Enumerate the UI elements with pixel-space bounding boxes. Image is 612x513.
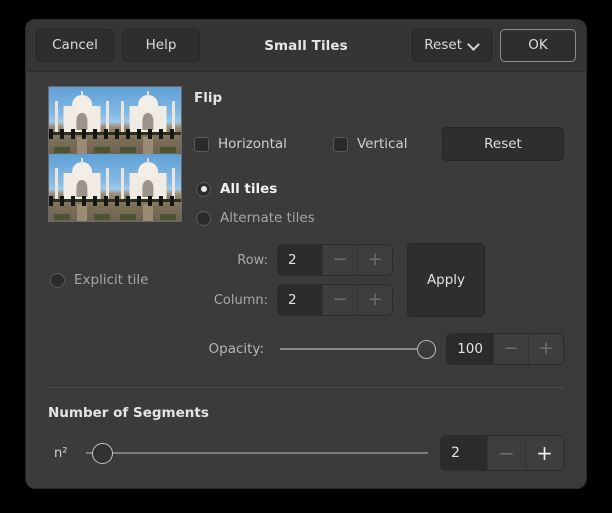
segments-section: Number of Segments n² 2 − + <box>48 387 564 471</box>
row-increment-button[interactable]: + <box>357 245 392 275</box>
row-decrement-button[interactable]: − <box>322 245 357 275</box>
column-increment-button[interactable]: + <box>357 285 392 315</box>
preview-tile <box>115 87 181 154</box>
all-tiles-label: All tiles <box>220 181 277 197</box>
radio-all-tiles[interactable]: All tiles <box>196 181 564 197</box>
flip-panel: Flip Horizontal Vertical Reset All <box>182 86 564 226</box>
horizontal-label: Horizontal <box>218 136 287 152</box>
vertical-checkbox-item[interactable]: Vertical <box>333 136 408 152</box>
chevron-down-icon <box>469 39 480 50</box>
row-spinbutton[interactable]: 2 − + <box>277 244 393 276</box>
radio-explicit-tile[interactable]: Explicit tile <box>50 272 206 288</box>
reset-dropdown-label: Reset <box>424 30 462 61</box>
segments-increment-button[interactable]: + <box>525 436 563 470</box>
column-label: Column: <box>206 293 268 308</box>
preview-and-flip-row: Flip Horizontal Vertical Reset All <box>48 86 564 226</box>
ok-button[interactable]: OK <box>500 29 576 62</box>
row-label: Row: <box>206 253 268 268</box>
apply-button[interactable]: Apply <box>407 243 485 317</box>
preview-thumbnail[interactable] <box>48 86 182 222</box>
column-decrement-button[interactable]: − <box>322 285 357 315</box>
alternate-tiles-label: Alternate tiles <box>220 210 315 226</box>
radio-unselected-icon[interactable] <box>196 211 211 226</box>
radio-alternate-tiles[interactable]: Alternate tiles <box>196 210 564 226</box>
segments-slider-handle[interactable] <box>92 443 113 464</box>
opacity-spinbutton[interactable]: 100 − + <box>446 333 564 365</box>
n-squared-label: n² <box>48 446 74 461</box>
header-left-buttons: Cancel Help <box>36 29 200 62</box>
segments-slider[interactable] <box>86 442 428 464</box>
radio-unselected-icon[interactable] <box>50 273 65 288</box>
opacity-row: Opacity: 100 − + <box>48 333 564 365</box>
vertical-label: Vertical <box>357 136 408 152</box>
explicit-tile-label: Explicit tile <box>74 272 148 288</box>
help-button[interactable]: Help <box>122 29 200 62</box>
small-tiles-dialog: Cancel Help Small Tiles Reset OK <box>26 20 586 488</box>
reset-dropdown-button[interactable]: Reset <box>412 29 492 62</box>
header-right-buttons: Reset OK <box>412 20 576 71</box>
flip-reset-button[interactable]: Reset <box>442 127 564 161</box>
opacity-label: Opacity: <box>48 341 270 357</box>
segments-slider-track <box>86 452 428 454</box>
explicit-radio-wrap: Explicit tile <box>50 272 206 288</box>
checkbox-icon[interactable] <box>194 137 209 152</box>
row-spin-row: Row: 2 − + <box>206 244 393 276</box>
segments-value[interactable]: 2 <box>441 436 487 470</box>
dialog-header-bar: Cancel Help Small Tiles Reset OK <box>26 20 586 72</box>
segments-section-label: Number of Segments <box>48 405 564 421</box>
column-spin-row: Column: 2 − + <box>206 284 393 316</box>
radio-selected-icon[interactable] <box>196 182 211 197</box>
segments-decrement-button[interactable]: − <box>487 436 525 470</box>
flip-section-label: Flip <box>194 90 564 106</box>
opacity-slider-track <box>280 348 436 350</box>
segments-row: n² 2 − + <box>48 435 564 471</box>
opacity-increment-button[interactable]: + <box>528 334 563 364</box>
flip-checkbox-row: Horizontal Vertical Reset <box>194 127 564 161</box>
checkbox-icon[interactable] <box>333 137 348 152</box>
row-value[interactable]: 2 <box>278 245 322 275</box>
column-spinbutton[interactable]: 2 − + <box>277 284 393 316</box>
preview-tile <box>115 154 181 221</box>
preview-tile <box>49 87 115 154</box>
opacity-slider[interactable] <box>280 339 436 359</box>
cancel-button[interactable]: Cancel <box>36 29 114 62</box>
opacity-decrement-button[interactable]: − <box>493 334 528 364</box>
dialog-body: Flip Horizontal Vertical Reset All <box>26 72 586 488</box>
segments-spinbutton[interactable]: 2 − + <box>440 435 564 471</box>
explicit-tile-block: Explicit tile Row: 2 − + Column: 2 − <box>50 243 564 317</box>
horizontal-checkbox-item[interactable]: Horizontal <box>194 136 287 152</box>
row-column-spinners: Row: 2 − + Column: 2 − + <box>206 244 393 316</box>
column-value[interactable]: 2 <box>278 285 322 315</box>
preview-tile <box>49 154 115 221</box>
opacity-value[interactable]: 100 <box>447 334 493 364</box>
opacity-slider-handle[interactable] <box>417 340 436 359</box>
